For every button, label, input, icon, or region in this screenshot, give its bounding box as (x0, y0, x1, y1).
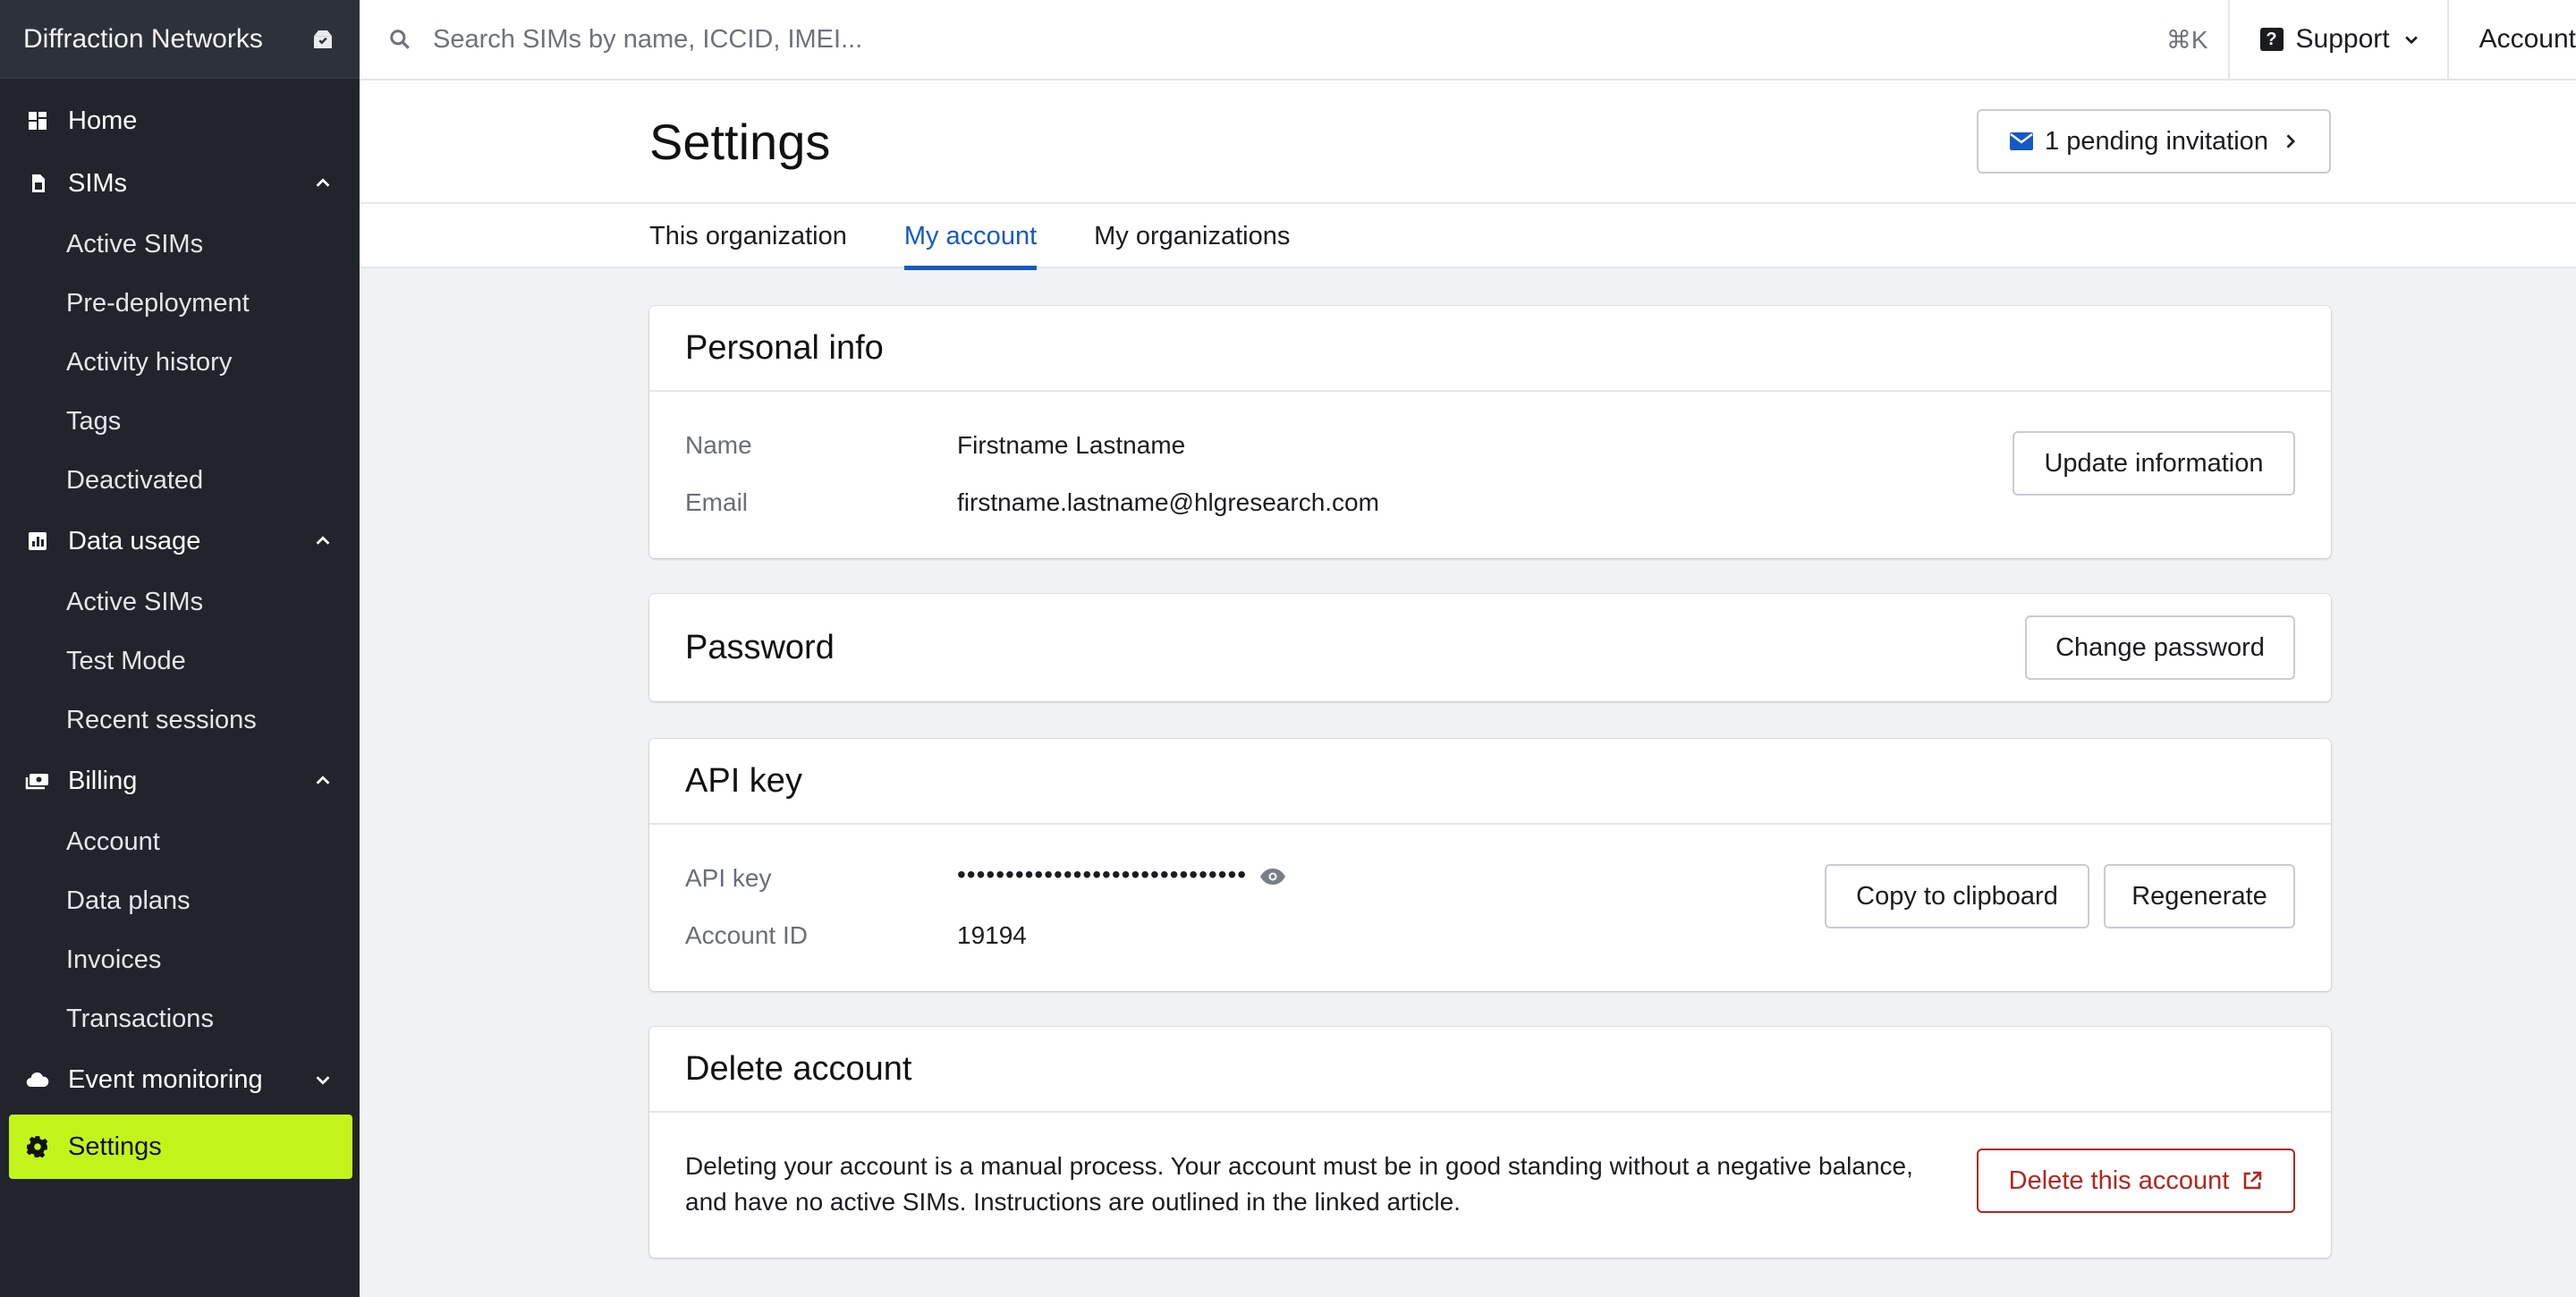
chevron-down-icon (2402, 30, 2420, 48)
grid-icon (25, 108, 50, 133)
pending-invitation-label: 1 pending invitation (2045, 126, 2268, 156)
delete-account-label: Delete this account (2008, 1166, 2230, 1195)
email-label: Email (685, 488, 749, 516)
sidebar-item-event-monitoring[interactable]: Event monitoring (0, 1048, 360, 1111)
delete-account-button[interactable]: Delete this account (1977, 1149, 2295, 1213)
sim-icon (25, 171, 50, 196)
sidebar-item-home[interactable]: Home (0, 89, 360, 152)
sidebar-item-label: Home (68, 106, 138, 135)
org-switcher[interactable]: Diffraction Networks (0, 0, 360, 79)
sidebar-item-active-sims[interactable]: Active SIMs (0, 215, 360, 274)
card-title: API key (649, 739, 2331, 825)
sidebar-item-billing[interactable]: Billing (0, 750, 360, 812)
sidebar-item-account[interactable]: Account (0, 812, 360, 871)
sidebar-item-invoices[interactable]: Invoices (0, 930, 360, 989)
card-title: Personal info (649, 306, 2331, 392)
gear-icon (25, 1134, 50, 1159)
api-key-card: API key API key ••••••••••••••••••••••••… (649, 739, 2331, 991)
sidebar-item-transactions[interactable]: Transactions (0, 989, 360, 1048)
sidebar-nav: Home SIMs Active SIMs Pre-deployment Act… (0, 79, 360, 1179)
cloud-icon (25, 1067, 50, 1092)
change-password-button[interactable]: Change password (2025, 615, 2295, 680)
support-menu-button[interactable]: ? Support (2230, 0, 2447, 80)
tab-my-account[interactable]: My account (903, 204, 1038, 270)
pending-invitation-button[interactable]: 1 pending invitation (1977, 109, 2331, 174)
name-label: Name (685, 431, 752, 459)
sidebar-item-label: Event monitoring (68, 1064, 263, 1094)
tab-my-organizations[interactable]: My organizations (1094, 204, 1290, 268)
sidebar-item-label: Settings (68, 1132, 162, 1161)
page-title: Settings (649, 114, 831, 170)
chevron-right-icon (2281, 132, 2299, 150)
search-input[interactable] (433, 24, 2043, 55)
delete-account-card: Delete account Deleting your account is … (649, 1027, 2331, 1258)
copy-to-clipboard-button[interactable]: Copy to clipboard (1825, 864, 2089, 928)
sidebar-item-settings[interactable]: Settings (9, 1115, 352, 1179)
name-value: Firstname Lastname (957, 431, 1186, 459)
money-icon (25, 768, 50, 793)
email-value: firstname.lastname@hlgresearch.com (957, 488, 1379, 516)
account-menu-button[interactable]: Account (2449, 0, 2576, 80)
sidebar-item-sims[interactable]: SIMs (0, 152, 360, 215)
settings-tabs: This organization My account My organiza… (649, 204, 1347, 270)
help-icon: ? (2259, 28, 2284, 51)
sidebar-item-pre-deployment[interactable]: Pre-deployment (0, 274, 360, 333)
sidebar-item-label: Data usage (68, 526, 201, 555)
chevron-up-icon[interactable] (311, 172, 335, 195)
account-id-value: 19194 (957, 921, 1027, 949)
page-header: Settings 1 pending invitation This organ… (360, 81, 2576, 270)
sidebar-item-data-plans[interactable]: Data plans (0, 871, 360, 930)
external-link-icon (2241, 1170, 2263, 1191)
regenerate-button[interactable]: Regenerate (2104, 864, 2295, 928)
update-information-button[interactable]: Update information (2012, 431, 2295, 496)
switch-org-icon[interactable] (308, 24, 338, 55)
eye-icon[interactable] (1259, 867, 1286, 886)
card-title: Delete account (649, 1027, 2331, 1113)
sidebar-item-data-usage[interactable]: Data usage (0, 510, 360, 572)
sidebar-item-label: Billing (68, 766, 138, 795)
chevron-up-icon[interactable] (311, 530, 335, 553)
account-id-label: Account ID (685, 921, 808, 949)
sidebar-item-activity-history[interactable]: Activity history (0, 333, 360, 392)
search-icon (386, 26, 413, 53)
personal-info-card: Personal info Name Firstname Lastname Em… (649, 306, 2331, 558)
api-key-masked: •••••••••••••••••••••••••••••• (957, 860, 1248, 888)
sidebar-item-tags[interactable]: Tags (0, 392, 360, 451)
mail-icon (2009, 131, 2034, 151)
sidebar-item-usage-active-sims[interactable]: Active SIMs (0, 572, 360, 632)
top-bar: ⌘K ? Support Account (360, 0, 2576, 81)
delete-account-description: Deleting your account is a manual proces… (685, 1152, 1913, 1216)
tab-this-organization[interactable]: This organization (649, 204, 847, 268)
support-label: Support (2295, 24, 2390, 54)
search-shortcut-hint: ⌘K (2165, 25, 2208, 54)
sidebar: Diffraction Networks Home SIMs Active SI… (0, 0, 360, 1297)
sidebar-item-test-mode[interactable]: Test Mode (0, 632, 360, 691)
api-key-value: •••••••••••••••••••••••••••••• (957, 860, 1286, 889)
chevron-down-icon[interactable] (311, 1068, 335, 1091)
chart-icon (25, 529, 50, 554)
sidebar-item-deactivated[interactable]: Deactivated (0, 451, 360, 510)
chevron-up-icon[interactable] (311, 769, 335, 793)
password-card: Password Change password (649, 594, 2331, 701)
api-key-label: API key (685, 864, 772, 892)
sidebar-item-label: SIMs (68, 168, 128, 198)
org-name: Diffraction Networks (23, 23, 263, 54)
sidebar-item-recent-sessions[interactable]: Recent sessions (0, 691, 360, 750)
